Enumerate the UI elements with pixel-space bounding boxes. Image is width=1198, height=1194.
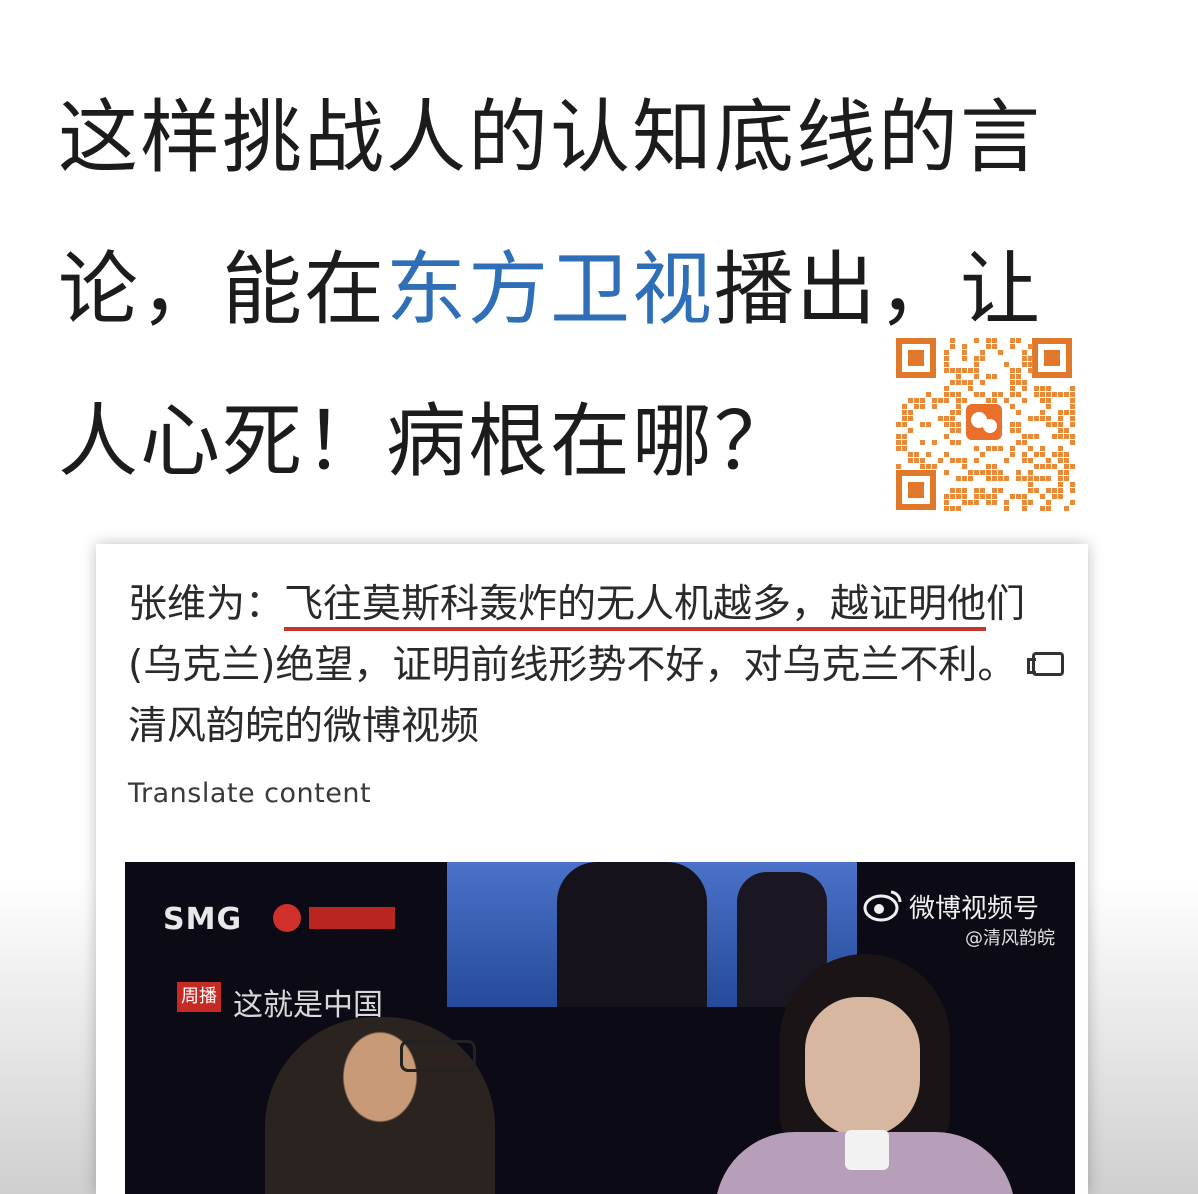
post-text: 张维为：飞往莫斯科轰炸的无人机越多，越证明他们(乌克兰)绝望，证明前线形势不好，…	[128, 574, 1078, 757]
headline-line-2-post: 播出，让	[714, 243, 1042, 336]
qr-code-graphic	[896, 338, 1075, 511]
channel-banner	[309, 907, 395, 929]
weibo-watermark: 微博视频号	[909, 894, 1040, 924]
video-player[interactable]: SMG 周播 这就是中国 微博视频号 @清风韵皖	[125, 862, 1075, 1194]
glasses	[400, 1040, 476, 1072]
smg-logo: SMG	[163, 902, 243, 937]
headline-highlight-channel: 东方卫视	[386, 243, 714, 336]
stage-backdrop-screen	[447, 862, 857, 1007]
audience-silhouette	[557, 862, 707, 1007]
translate-content-link[interactable]: Translate content	[128, 778, 371, 809]
weibo-icon	[863, 890, 902, 922]
headline-line-2-pre: 论，能在	[58, 243, 386, 336]
video-link[interactable]: 清风韵皖的微博视频	[128, 704, 479, 749]
background-fade-left	[0, 880, 96, 1194]
program-badge: 周播	[177, 982, 221, 1012]
post-quote-underlined: 飞往莫斯科轰炸的无人机越多，越证明他	[284, 582, 987, 631]
background-fade-right	[1088, 880, 1198, 1194]
weibo-watermark-user: @清风韵皖	[965, 928, 1055, 949]
wechat-qr-code[interactable]	[892, 334, 1076, 514]
dragon-tv-logo-icon	[273, 904, 301, 932]
video-link-icon	[1027, 652, 1065, 676]
headline-line-1: 这样挑战人的认知底线的言	[58, 91, 1042, 184]
microphone	[845, 1130, 889, 1170]
post-author: 张维为：	[128, 582, 285, 627]
female-host	[805, 997, 920, 1137]
